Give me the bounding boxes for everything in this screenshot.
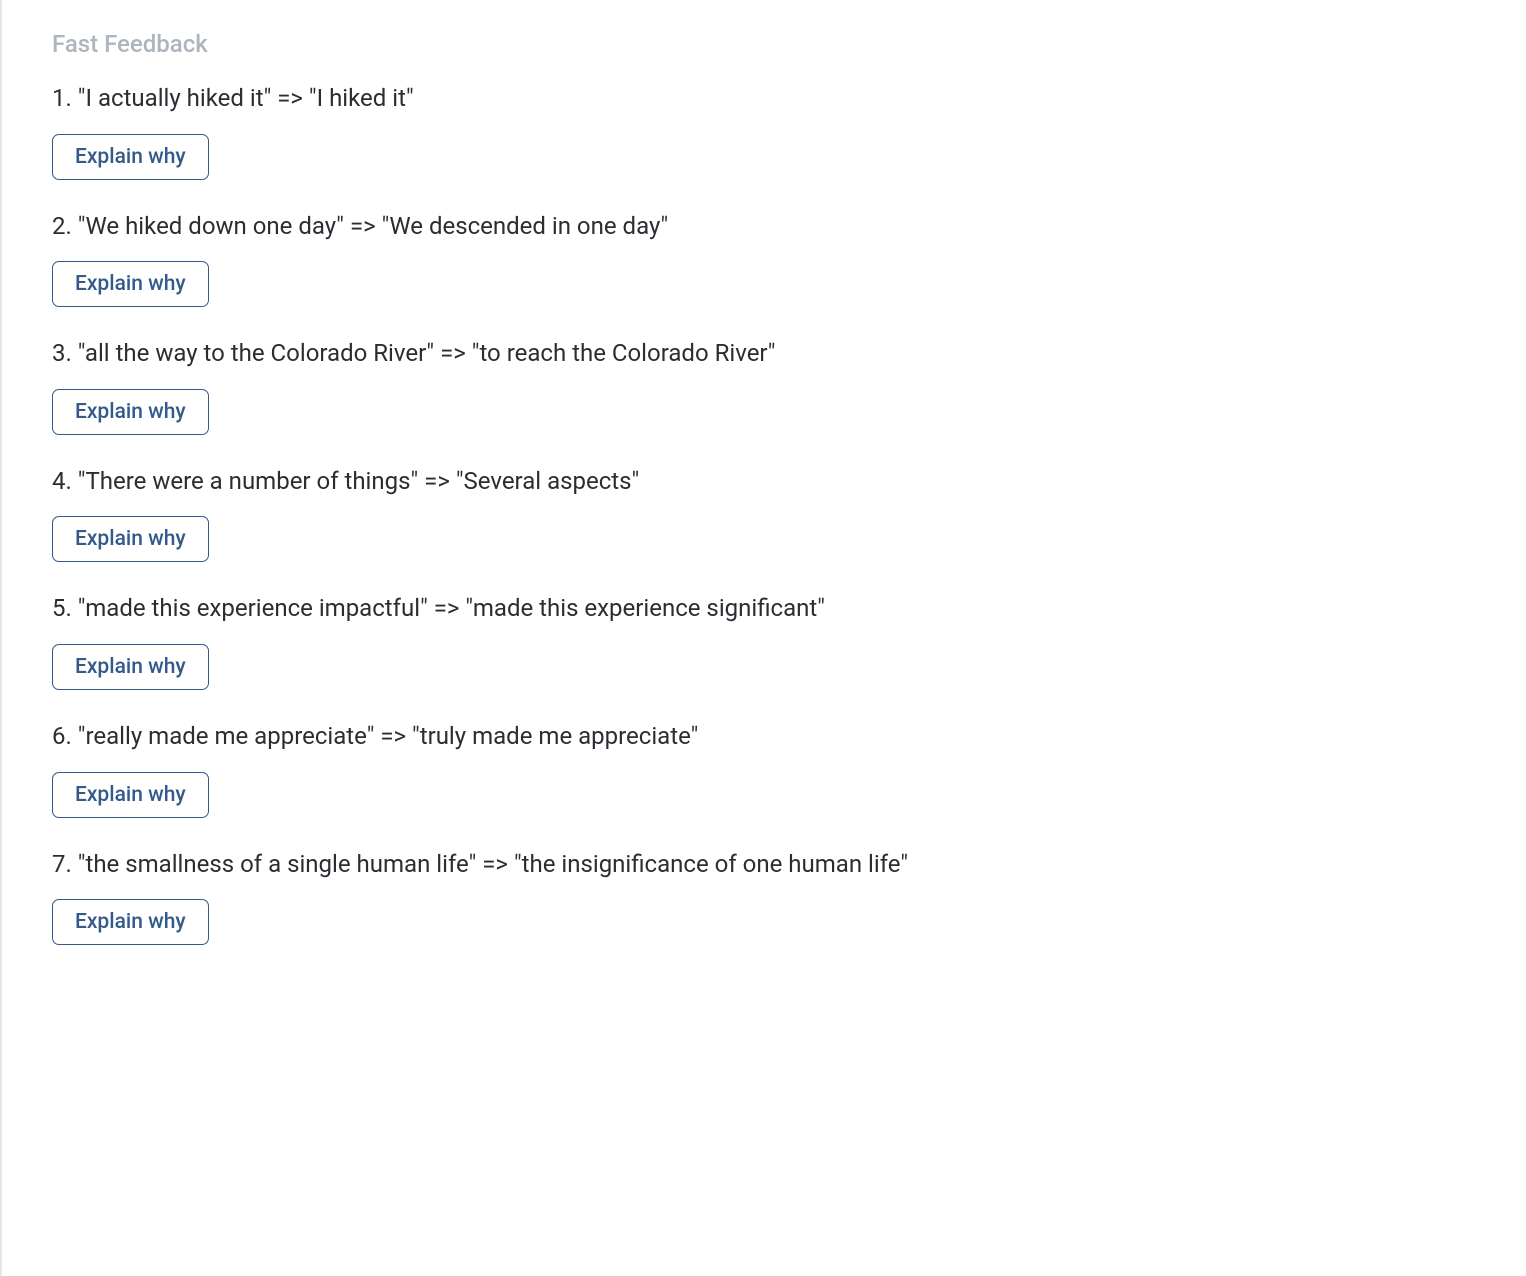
explain-why-button[interactable]: Explain why — [52, 899, 209, 945]
feedback-item: 4. "There were a number of things" => "S… — [52, 465, 1476, 563]
item-original: "really made me appreciate" — [78, 722, 375, 750]
item-number: 2. — [52, 212, 72, 240]
feedback-item: 7. "the smallness of a single human life… — [52, 848, 1476, 946]
item-arrow: => — [350, 212, 376, 240]
feedback-item: 2. "We hiked down one day" => "We descen… — [52, 210, 1476, 308]
item-revised: "I hiked it" — [309, 84, 414, 112]
feedback-item: 1. "I actually hiked it" => "I hiked it"… — [52, 82, 1476, 180]
feedback-item: 6. "really made me appreciate" => "truly… — [52, 720, 1476, 818]
item-number: 4. — [52, 467, 72, 495]
item-arrow: => — [440, 339, 466, 367]
feedback-container: Fast Feedback 1. "I actually hiked it" =… — [0, 0, 1526, 1276]
item-revised: "truly made me appreciate" — [412, 722, 698, 750]
feedback-text: 1. "I actually hiked it" => "I hiked it" — [52, 82, 1476, 116]
item-original: "all the way to the Colorado River" — [78, 339, 434, 367]
feedback-item: 3. "all the way to the Colorado River" =… — [52, 337, 1476, 435]
item-number: 6. — [52, 722, 72, 750]
item-number: 1. — [52, 84, 72, 112]
item-original: "the smallness of a single human life" — [78, 850, 477, 878]
section-title: Fast Feedback — [52, 30, 1476, 58]
item-revised: "made this experience significant" — [465, 594, 825, 622]
item-arrow: => — [434, 594, 460, 622]
item-arrow: => — [482, 850, 508, 878]
feedback-text: 2. "We hiked down one day" => "We descen… — [52, 210, 1476, 244]
feedback-text: 3. "all the way to the Colorado River" =… — [52, 337, 1476, 371]
feedback-text: 7. "the smallness of a single human life… — [52, 848, 1476, 882]
item-revised: "We descended in one day" — [382, 212, 669, 240]
explain-why-button[interactable]: Explain why — [52, 261, 209, 307]
item-original: "There were a number of things" — [78, 467, 418, 495]
item-arrow: => — [380, 722, 406, 750]
item-number: 5. — [52, 594, 72, 622]
feedback-text: 4. "There were a number of things" => "S… — [52, 465, 1476, 499]
feedback-item: 5. "made this experience impactful" => "… — [52, 592, 1476, 690]
explain-why-button[interactable]: Explain why — [52, 644, 209, 690]
explain-why-button[interactable]: Explain why — [52, 516, 209, 562]
explain-why-button[interactable]: Explain why — [52, 389, 209, 435]
item-arrow: => — [424, 467, 450, 495]
feedback-text: 5. "made this experience impactful" => "… — [52, 592, 1476, 626]
item-arrow: => — [277, 84, 303, 112]
item-original: "We hiked down one day" — [78, 212, 344, 240]
item-number: 3. — [52, 339, 72, 367]
explain-why-button[interactable]: Explain why — [52, 134, 209, 180]
explain-why-button[interactable]: Explain why — [52, 772, 209, 818]
item-number: 7. — [52, 850, 72, 878]
item-revised: "to reach the Colorado River" — [472, 339, 776, 367]
feedback-text: 6. "really made me appreciate" => "truly… — [52, 720, 1476, 754]
item-revised: "Several aspects" — [456, 467, 639, 495]
item-original: "made this experience impactful" — [78, 594, 428, 622]
item-original: "I actually hiked it" — [78, 84, 271, 112]
item-revised: "the insignificance of one human life" — [514, 850, 908, 878]
